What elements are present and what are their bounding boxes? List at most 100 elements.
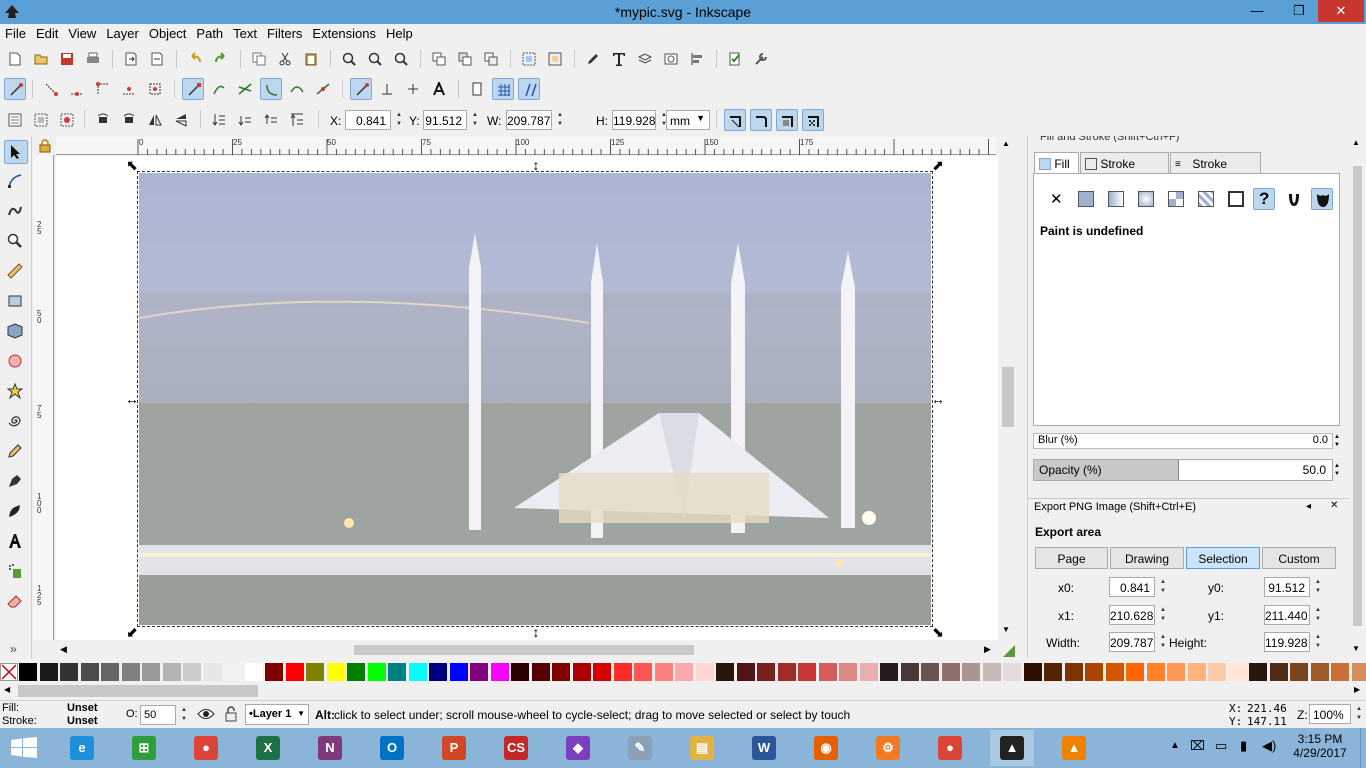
horizontal-scroll-thumb[interactable] bbox=[354, 645, 694, 655]
export-selection-button[interactable]: Selection bbox=[1186, 547, 1260, 569]
snap-bbox-midpoint-button[interactable] bbox=[118, 78, 140, 100]
vertical-scrollbar[interactable]: ▲ ▼ bbox=[999, 137, 1017, 642]
select-all-layers-button[interactable] bbox=[30, 109, 52, 131]
taskbar-app-powerpoint[interactable]: P bbox=[432, 730, 476, 766]
y0-input[interactable]: 91.512 bbox=[1264, 577, 1321, 597]
export-height-input[interactable]: 119.928 bbox=[1264, 632, 1321, 652]
palette-swatch[interactable] bbox=[101, 663, 119, 681]
zoom-page-button[interactable] bbox=[390, 48, 412, 70]
palette-swatch[interactable] bbox=[388, 663, 406, 681]
palette-swatch[interactable] bbox=[121, 663, 140, 681]
panel-scroll-down-icon[interactable]: ▼ bbox=[1352, 644, 1360, 653]
cut-button[interactable] bbox=[274, 48, 296, 70]
lower-to-bottom-button[interactable] bbox=[208, 109, 230, 131]
snap-bbox-edge-button[interactable] bbox=[66, 78, 88, 100]
palette-swatch[interactable] bbox=[1064, 663, 1083, 681]
tweak-tool[interactable] bbox=[4, 200, 28, 224]
palette-swatch[interactable] bbox=[367, 663, 386, 681]
layer-lock-icon[interactable] bbox=[224, 706, 238, 722]
snap-guide-button[interactable] bbox=[518, 78, 540, 100]
panel-iconify-icon[interactable]: ◂ bbox=[1306, 501, 1311, 512]
palette-swatch[interactable] bbox=[244, 663, 263, 681]
panel-scrollbar[interactable]: ▲ ▼ bbox=[1349, 136, 1366, 658]
palette-swatch[interactable] bbox=[531, 663, 550, 681]
palette-swatch[interactable] bbox=[80, 663, 99, 681]
scale-handle-bottom[interactable]: ↕ bbox=[529, 625, 543, 639]
scale-handle-top-right[interactable]: ⬈ bbox=[931, 158, 945, 172]
palette-swatch[interactable] bbox=[224, 663, 242, 681]
palette-swatch[interactable] bbox=[839, 663, 857, 681]
palette-scroll-right-icon[interactable]: ▶ bbox=[1354, 685, 1360, 694]
tray-battery-icon[interactable]: ▭ bbox=[1215, 738, 1227, 754]
snap-bbox-button[interactable] bbox=[40, 78, 62, 100]
palette-swatch[interactable] bbox=[716, 663, 734, 681]
unset-paint-button[interactable]: ? bbox=[1253, 188, 1275, 210]
palette-swatch[interactable] bbox=[757, 663, 775, 681]
opacity-spinner-icon[interactable]: ▲ ▼ bbox=[1334, 462, 1340, 478]
pattern-button[interactable] bbox=[1195, 188, 1217, 210]
text-font-button[interactable] bbox=[608, 48, 630, 70]
palette-swatch[interactable] bbox=[490, 663, 509, 681]
snap-bbox-center-button[interactable] bbox=[144, 78, 166, 100]
zoom-input[interactable]: 100% bbox=[1309, 704, 1362, 724]
palette-swatch[interactable] bbox=[1249, 663, 1267, 681]
select-all-button[interactable] bbox=[4, 109, 26, 131]
node-tool[interactable] bbox=[4, 170, 28, 194]
palette-swatch[interactable] bbox=[859, 663, 878, 681]
vertical-ruler[interactable]: 2 5 5 0 7 5 1 0 0 1 2 5 bbox=[34, 155, 54, 640]
palette-swatch[interactable] bbox=[429, 663, 447, 681]
palette-swatch[interactable] bbox=[326, 663, 345, 681]
lower-button[interactable] bbox=[234, 109, 256, 131]
text-tool[interactable] bbox=[4, 530, 28, 554]
duplicate-button[interactable] bbox=[428, 48, 450, 70]
print-button[interactable] bbox=[82, 48, 104, 70]
taskbar-app-store[interactable]: ⊞ bbox=[122, 730, 166, 766]
scale-handle-bottom-left[interactable]: ⬋ bbox=[125, 625, 139, 639]
rotate-cw-button[interactable] bbox=[118, 109, 140, 131]
taskbar-app-outlook[interactable]: O bbox=[370, 730, 414, 766]
linear-gradient-button[interactable] bbox=[1105, 188, 1127, 210]
palette-swatch[interactable] bbox=[1023, 663, 1042, 681]
fill-rule-evenodd-button[interactable] bbox=[1283, 188, 1305, 210]
palette-swatch[interactable] bbox=[695, 663, 714, 681]
x1-input[interactable]: 210.628 bbox=[1109, 605, 1166, 625]
enable-snapping-button[interactable] bbox=[4, 78, 26, 100]
palette-swatch[interactable] bbox=[654, 663, 673, 681]
pen-tool[interactable] bbox=[4, 470, 28, 494]
eye-icon[interactable] bbox=[197, 707, 215, 721]
palette-swatch[interactable] bbox=[347, 663, 365, 681]
menu-help[interactable]: Help bbox=[381, 24, 418, 41]
blur-slider[interactable]: Blur (%) 0.0 bbox=[1033, 433, 1333, 449]
scale-handle-bottom-right[interactable]: ⬊ bbox=[931, 625, 945, 639]
palette-swatch[interactable] bbox=[39, 663, 58, 681]
unlink-clone-button[interactable] bbox=[480, 48, 502, 70]
menu-text[interactable]: Text bbox=[228, 24, 262, 41]
panel-scroll-thumb[interactable] bbox=[1353, 166, 1362, 626]
y-input[interactable]: 91.512 bbox=[423, 110, 478, 130]
scroll-left-icon[interactable]: ◀ bbox=[60, 644, 67, 655]
snap-paths-button[interactable] bbox=[208, 78, 230, 100]
stroke-indicator-value[interactable]: Unset bbox=[67, 715, 98, 727]
palette-swatch[interactable] bbox=[1105, 663, 1124, 681]
tray-network-icon[interactable]: ▮ bbox=[1240, 738, 1247, 754]
palette-swatch[interactable] bbox=[1310, 663, 1329, 681]
copy-button[interactable] bbox=[248, 48, 270, 70]
palette-swatch[interactable] bbox=[1044, 663, 1062, 681]
taskbar-app-app-orange[interactable]: ⚙ bbox=[866, 730, 910, 766]
snap-nodes-button[interactable] bbox=[182, 78, 204, 100]
palette-scroll-left-icon[interactable]: ◀ bbox=[4, 685, 10, 694]
snap-page-border-button[interactable] bbox=[466, 78, 488, 100]
export-width-input[interactable]: 209.787 bbox=[1109, 632, 1166, 652]
taskbar-app-onenote[interactable]: N bbox=[308, 730, 352, 766]
palette-swatch[interactable] bbox=[900, 663, 919, 681]
selector-tool[interactable] bbox=[4, 140, 28, 164]
tab-fill[interactable]: Fill bbox=[1034, 152, 1079, 174]
spiral-tool[interactable] bbox=[4, 410, 28, 434]
flat-color-button[interactable] bbox=[1075, 188, 1097, 210]
minimize-button[interactable]: — bbox=[1240, 0, 1274, 22]
palette-scroll-thumb[interactable] bbox=[18, 685, 258, 697]
palette-swatch[interactable] bbox=[1126, 663, 1144, 681]
transform-patterns-button[interactable] bbox=[802, 109, 824, 131]
fill-indicator-value[interactable]: Unset bbox=[67, 702, 98, 714]
palette-swatch[interactable] bbox=[1146, 663, 1165, 681]
